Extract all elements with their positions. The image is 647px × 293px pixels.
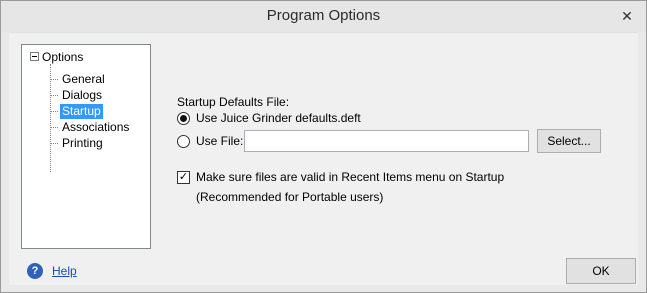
validate-files-label: Make sure files are valid in Recent Item…	[196, 170, 505, 184]
tree-item-startup[interactable]: Startup	[50, 104, 103, 119]
tree-item-associations[interactable]: Associations	[50, 120, 131, 135]
use-file-radio[interactable]	[177, 134, 190, 148]
select-file-button[interactable]: Select...	[537, 129, 601, 153]
validate-files-checkbox[interactable]: ✓	[177, 170, 190, 184]
program-options-window: Program Options ✕ Options General Dialog…	[0, 0, 647, 293]
tree-item-label: Printing	[62, 136, 103, 150]
tree-connector	[50, 127, 58, 128]
tree-root-options[interactable]: Options	[30, 49, 83, 64]
options-tree[interactable]: Options General Dialogs Startup Associat…	[21, 44, 151, 249]
tree-item-label: Dialogs	[62, 88, 103, 102]
collapse-icon[interactable]	[30, 52, 39, 61]
tree-connector	[50, 111, 58, 112]
use-file-radio-option[interactable]: Use File:	[177, 134, 243, 148]
tree-item-label: General	[62, 72, 105, 86]
help-link[interactable]: Help	[52, 264, 77, 278]
tree-item-printing[interactable]: Printing	[50, 136, 105, 151]
validate-files-option[interactable]: ✓ Make sure files are valid in Recent It…	[177, 170, 504, 184]
window-title: Program Options	[266, 7, 381, 24]
ok-button[interactable]: OK	[566, 258, 636, 284]
help-icon[interactable]: ?	[27, 263, 43, 279]
use-defaults-radio[interactable]	[177, 111, 190, 125]
title-bar[interactable]: Program Options ✕	[1, 1, 646, 32]
tree-item-label: Associations	[62, 120, 130, 134]
tree-connector	[50, 79, 58, 80]
help-area[interactable]: ? Help	[27, 263, 77, 279]
portable-users-hint: (Recommended for Portable users)	[196, 190, 384, 204]
use-file-label: Use File:	[196, 134, 244, 148]
use-defaults-label: Use Juice Grinder defaults.deft	[196, 111, 361, 125]
close-icon[interactable]: ✕	[616, 8, 638, 25]
use-defaults-radio-option[interactable]: Use Juice Grinder defaults.deft	[177, 111, 361, 125]
tree-connector	[50, 143, 58, 144]
dialog-client-area: Options General Dialogs Startup Associat…	[9, 32, 638, 285]
tree-root-label: Options	[42, 49, 84, 64]
tree-item-general[interactable]: General	[50, 72, 107, 87]
tree-item-dialogs[interactable]: Dialogs	[50, 88, 104, 103]
tree-connector	[50, 95, 58, 96]
tree-item-label: Startup	[60, 104, 103, 119]
startup-defaults-label: Startup Defaults File:	[177, 95, 290, 109]
file-path-input[interactable]	[244, 130, 529, 152]
